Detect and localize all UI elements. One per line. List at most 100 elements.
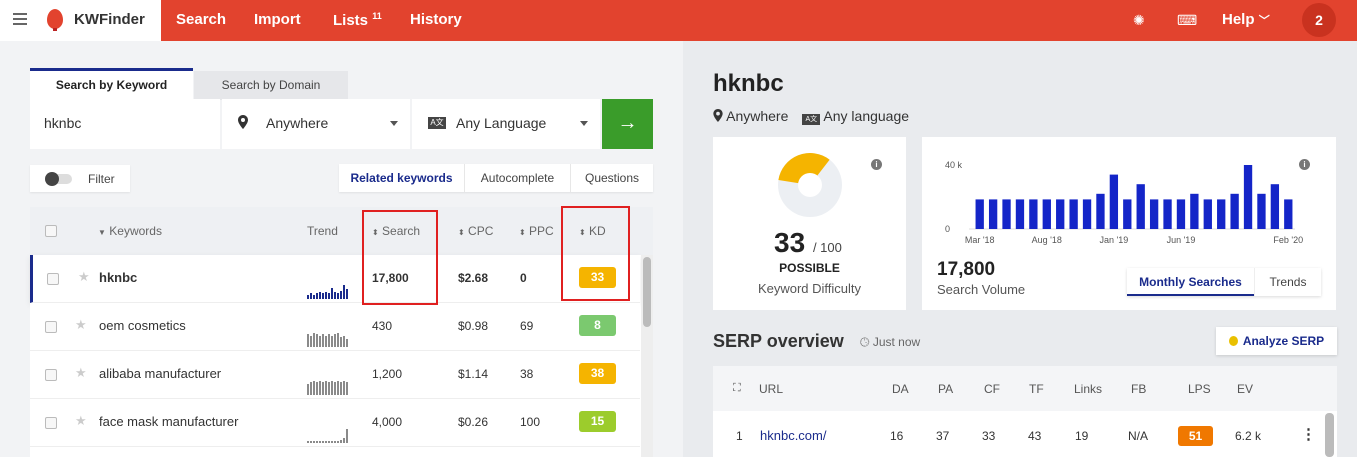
col-da: DA xyxy=(892,382,909,396)
nav-import[interactable]: Import xyxy=(254,11,301,28)
toggle-switch[interactable] xyxy=(45,172,72,186)
volume-bar[interactable] xyxy=(1243,165,1253,229)
volume-bar[interactable] xyxy=(1163,199,1172,229)
volume-bar[interactable] xyxy=(1096,193,1105,229)
table-row[interactable]: ★ hknbc 17,800 $2.68 0 33 xyxy=(30,255,640,303)
filter-toggle[interactable]: Filter xyxy=(30,165,130,192)
keyword-input[interactable]: hknbc xyxy=(30,99,220,149)
volume-bar[interactable] xyxy=(1270,184,1280,229)
sparkline-bar xyxy=(307,441,309,443)
sparkline-bar xyxy=(337,381,339,395)
tab-search-by-keyword[interactable]: Search by Keyword xyxy=(30,68,193,100)
translate-icon: A文 xyxy=(802,114,821,125)
volume-bar[interactable] xyxy=(1002,199,1011,229)
volume-bar[interactable] xyxy=(1217,199,1226,229)
menu-icon[interactable] xyxy=(13,13,27,25)
search-submit-button[interactable]: → xyxy=(602,99,653,149)
more-options-icon[interactable]: ⋮ xyxy=(1301,425,1316,443)
table-row[interactable]: ★ face mask manufacturer 4,000 $0.26 100… xyxy=(30,399,640,447)
volume-bar[interactable] xyxy=(1042,199,1051,229)
kd-badge: 8 xyxy=(579,315,616,336)
star-icon[interactable]: ★ xyxy=(78,269,90,285)
sparkline-bar xyxy=(325,292,327,299)
tab-autocomplete[interactable]: Autocomplete xyxy=(464,164,570,192)
tab-questions[interactable]: Questions xyxy=(570,164,653,192)
brand-area: KWFinder xyxy=(0,0,161,41)
left-panel: Search by Keyword Search by Domain hknbc… xyxy=(0,41,683,457)
trend-sparkline xyxy=(307,423,351,443)
table-scrollbar[interactable] xyxy=(641,255,653,457)
select-all-checkbox[interactable] xyxy=(45,225,57,237)
col-ppc[interactable]: ⬍ PPC xyxy=(519,224,554,238)
sparkline-bar xyxy=(331,336,333,347)
help-menu[interactable]: Help ﹀ xyxy=(1222,11,1270,28)
table-header: ▼ Keywords Trend ⬍ Search ⬍ CPC ⬍ PPC ⬍ … xyxy=(30,207,653,255)
analyze-serp-label: Analyze SERP xyxy=(1242,334,1325,348)
app-name[interactable]: KWFinder xyxy=(74,11,145,28)
volume-bar[interactable] xyxy=(1136,184,1145,229)
sparkline-bar xyxy=(334,441,336,443)
tab-related-keywords[interactable]: Related keywords xyxy=(339,164,464,192)
notifications-avatar[interactable]: 2 xyxy=(1302,3,1336,37)
scrollbar-thumb[interactable] xyxy=(643,257,651,327)
cpc-cell: $0.98 xyxy=(458,319,489,333)
location-value: Anywhere xyxy=(266,115,329,131)
tab-monthly-searches[interactable]: Monthly Searches xyxy=(1127,268,1254,296)
volume-bar[interactable] xyxy=(1176,199,1186,229)
volume-bar[interactable] xyxy=(1015,199,1025,229)
serp-overview-title: SERP overview xyxy=(713,331,844,351)
location-pin-icon xyxy=(238,115,248,129)
col-cpc[interactable]: ⬍ CPC xyxy=(458,224,493,238)
serp-row[interactable]: 1 hknbc.com/ 16 37 33 43 19 N/A 51 6.2 k… xyxy=(713,411,1337,457)
info-icon[interactable]: i xyxy=(871,159,882,170)
tab-trends[interactable]: Trends xyxy=(1254,268,1321,296)
table-row[interactable]: ★ alibaba manufacturer 1,200 $1.14 38 38 xyxy=(30,351,640,399)
tab-search-by-domain[interactable]: Search by Domain xyxy=(194,71,348,100)
col-lps: LPS xyxy=(1188,382,1211,396)
volume-bar[interactable] xyxy=(1284,199,1293,229)
detail-location: Anywhere xyxy=(726,108,789,124)
volume-bar[interactable] xyxy=(1029,199,1038,229)
row-checkbox[interactable] xyxy=(45,321,57,333)
serp-url-link[interactable]: hknbc.com/ xyxy=(760,428,826,443)
star-icon[interactable]: ★ xyxy=(75,365,87,381)
location-select[interactable]: Anywhere xyxy=(222,99,410,149)
volume-bar[interactable] xyxy=(1149,199,1159,229)
volume-bar[interactable] xyxy=(1230,193,1239,229)
volume-bar[interactable] xyxy=(1203,199,1212,229)
sparkline-bar xyxy=(319,292,321,299)
star-icon[interactable]: ★ xyxy=(75,413,87,429)
volume-bar[interactable] xyxy=(1190,193,1199,229)
help-label: Help xyxy=(1222,11,1255,28)
language-select[interactable]: A文 Any Language xyxy=(412,99,600,149)
col-keywords[interactable]: ▼ Keywords xyxy=(98,224,162,238)
sparkline-bar xyxy=(331,441,333,443)
volume-bar[interactable] xyxy=(1109,174,1119,229)
nav-history[interactable]: History xyxy=(410,11,462,28)
filter-label: Filter xyxy=(88,172,115,186)
volume-bar[interactable] xyxy=(988,199,998,229)
volume-bar[interactable] xyxy=(1069,199,1078,229)
star-icon[interactable]: ★ xyxy=(75,317,87,333)
keyboard-icon[interactable]: ⌨ xyxy=(1177,12,1197,29)
expand-icon[interactable]: ⛶ xyxy=(733,382,741,395)
row-checkbox[interactable] xyxy=(45,417,57,429)
volume-bar[interactable] xyxy=(975,199,984,229)
nav-lists[interactable]: Lists 11 xyxy=(333,11,382,29)
sparkline-bar xyxy=(316,382,318,395)
analyze-serp-button[interactable]: Analyze SERP xyxy=(1216,327,1337,355)
col-keywords-label: Keywords xyxy=(109,224,162,238)
search-volume-cell: 4,000 xyxy=(372,415,403,429)
serp-scrollbar[interactable] xyxy=(1325,413,1334,457)
volume-bar[interactable] xyxy=(1082,199,1092,229)
sparkline-bar xyxy=(310,441,312,443)
volume-bar[interactable] xyxy=(1056,199,1065,229)
y-tick-label: 40 k xyxy=(945,160,963,170)
nav-search[interactable]: Search xyxy=(176,11,226,28)
volume-bar[interactable] xyxy=(1123,199,1132,229)
row-checkbox[interactable] xyxy=(45,369,57,381)
settings-icon[interactable]: ✺ xyxy=(1133,12,1145,29)
volume-bar[interactable] xyxy=(1257,193,1266,229)
row-checkbox[interactable] xyxy=(47,273,59,285)
table-row[interactable]: ★ oem cosmetics 430 $0.98 69 8 xyxy=(30,303,640,351)
